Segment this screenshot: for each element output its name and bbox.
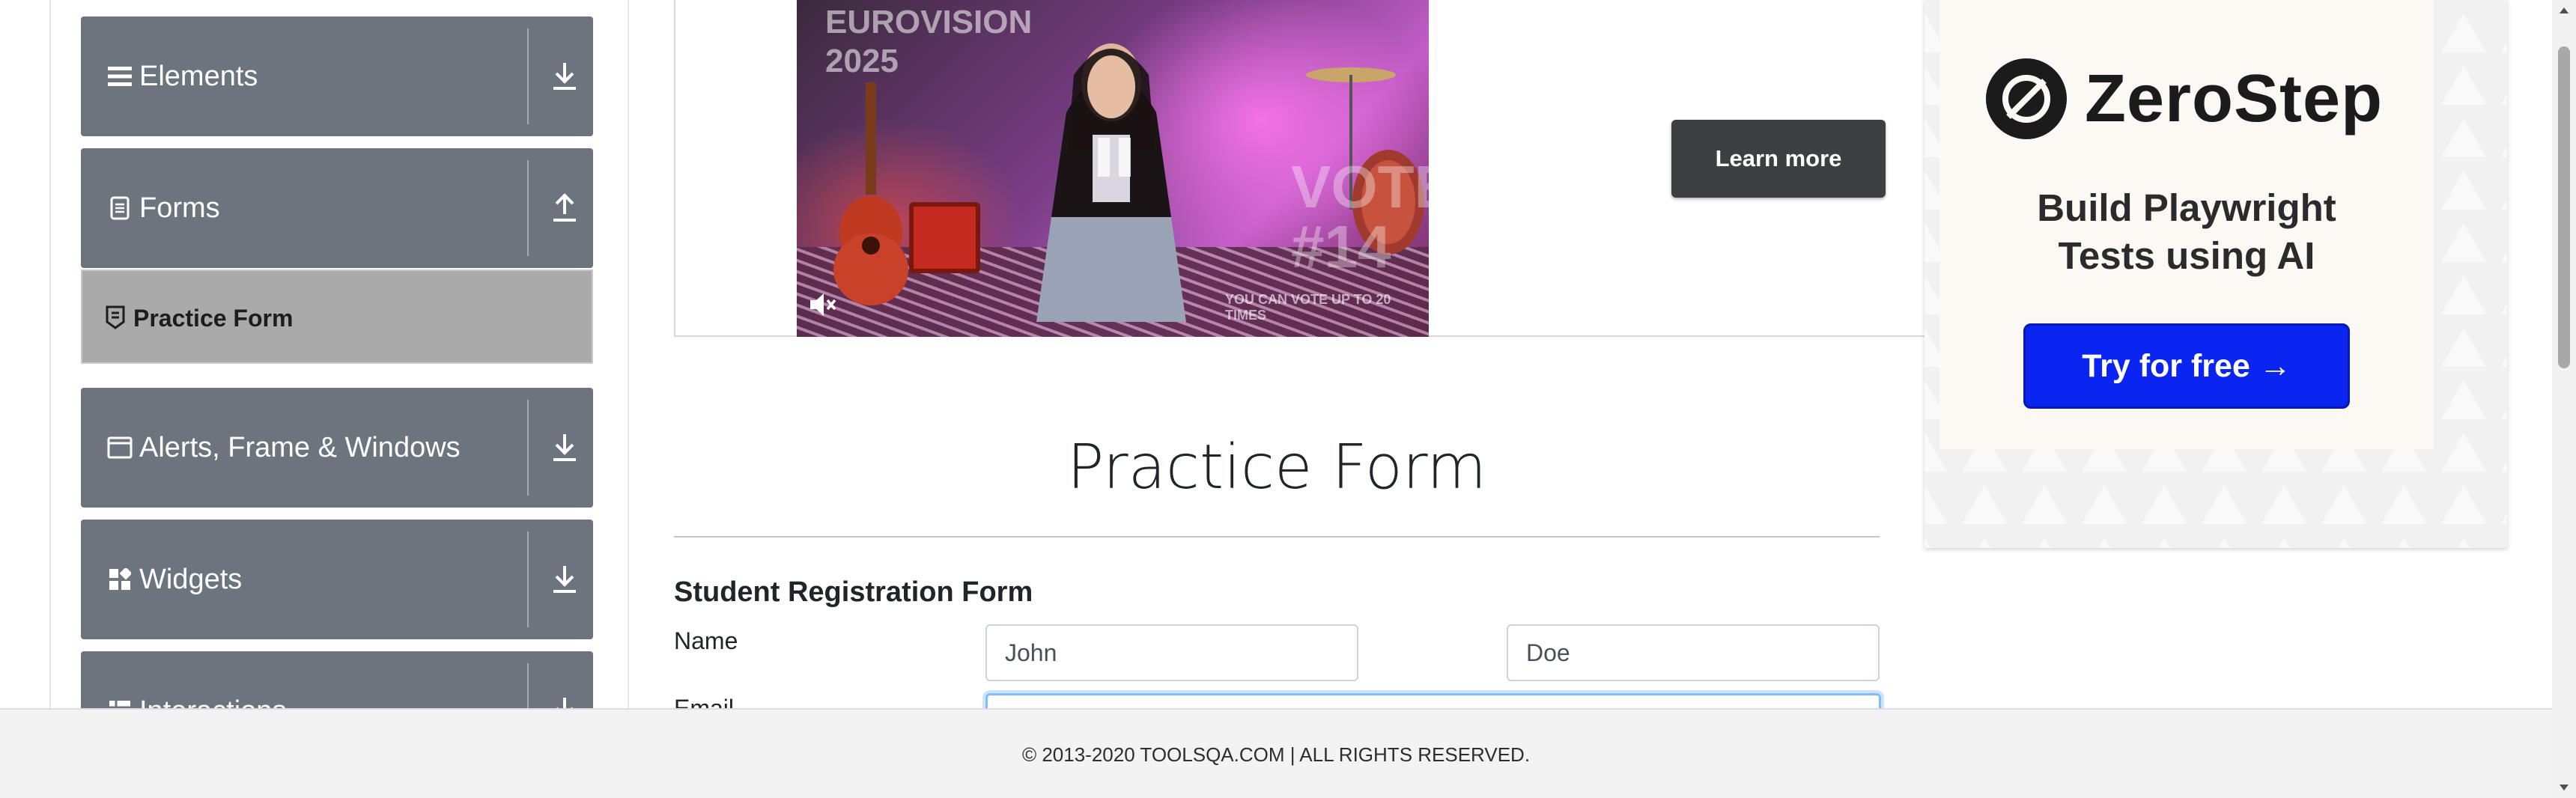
form-icon — [105, 305, 126, 329]
video-vote-text: VOTE #14 — [1291, 153, 1429, 280]
sidebar-group-forms[interactable]: Forms — [81, 148, 593, 268]
sidebar-group-label: Elements — [139, 61, 258, 92]
zerostep-ad[interactable]: ZeroStep Build Playwright Tests using AI … — [1925, 0, 2507, 548]
amplifier-image — [909, 202, 980, 273]
footer-copyright: © 2013-2020 TOOLSQA.COM | ALL RIGHTS RES… — [1021, 743, 1531, 766]
zerostep-brand: ZeroStep — [2085, 61, 2384, 136]
divider — [527, 28, 529, 124]
divider — [527, 532, 529, 627]
first-name-input[interactable]: John — [985, 624, 1358, 681]
video-vote-note: YOU CAN VOTE UP TO 20 TIMES — [1225, 292, 1391, 323]
scrollbar-thumb[interactable] — [2558, 46, 2570, 368]
sidebar-group-alerts[interactable]: Alerts, Frame & Windows — [81, 388, 593, 508]
pause-icon[interactable] — [1095, 136, 1134, 178]
form-heading: Student Registration Form — [674, 576, 1033, 608]
download-arrow-icon[interactable] — [550, 431, 580, 464]
last-name-input[interactable]: Doe — [1507, 624, 1880, 681]
scrollbar[interactable] — [2552, 0, 2576, 798]
scroll-down-arrow-icon[interactable] — [2558, 782, 2570, 794]
mute-icon[interactable] — [809, 292, 837, 317]
document-icon — [106, 193, 133, 223]
learn-more-button[interactable]: Learn more — [1671, 120, 1886, 198]
footer: © 2013-2020 TOOLSQA.COM | ALL RIGHTS RES… — [0, 708, 2552, 798]
download-arrow-icon[interactable] — [550, 563, 580, 596]
divider — [674, 536, 1880, 537]
name-label: Name — [674, 627, 738, 654]
sidebar-group-elements[interactable]: Elements — [81, 16, 593, 136]
video-caption: EUROVISION 2025 — [825, 3, 1032, 81]
zerostep-ad-card: ZeroStep Build Playwright Tests using AI … — [1939, 0, 2434, 449]
hamburger-icon — [106, 61, 133, 91]
widgets-icon — [106, 564, 133, 594]
sidebar-group-label: Forms — [139, 192, 220, 224]
download-arrow-icon[interactable] — [550, 60, 580, 93]
sidebar-group-label: Widgets — [139, 564, 243, 595]
video-caption-line: 2025 — [825, 43, 899, 79]
scroll-up-arrow-icon[interactable] — [2558, 4, 2570, 16]
zerostep-tagline-line: Tests using AI — [2058, 234, 2315, 277]
divider — [527, 400, 529, 496]
zerostep-tagline: Build Playwright Tests using AI — [1939, 184, 2434, 280]
singer-image — [1036, 43, 1186, 322]
video-caption-line: EUROVISION — [825, 4, 1033, 40]
sidebar-group-label: Alerts, Frame & Windows — [139, 432, 461, 463]
sidebar-item-label: Practice Form — [133, 305, 294, 332]
page-title: Practice Form — [1066, 432, 1487, 503]
zerostep-logo-icon — [1986, 58, 2067, 139]
try-for-free-button[interactable]: Try for free → — [2023, 323, 2350, 409]
upload-arrow-icon[interactable] — [550, 192, 580, 225]
sidebar-item-practice-form[interactable]: Practice Form — [81, 269, 593, 364]
window-icon — [106, 433, 133, 463]
divider — [527, 160, 529, 256]
zerostep-tagline-line: Build Playwright — [2037, 186, 2336, 229]
guitar-image — [833, 82, 908, 305]
ad-video[interactable]: EUROVISION2025 VOTE #14 YOU CAN VOTE UP … — [797, 0, 1429, 337]
sidebar-group-widgets[interactable]: Widgets — [81, 520, 593, 639]
